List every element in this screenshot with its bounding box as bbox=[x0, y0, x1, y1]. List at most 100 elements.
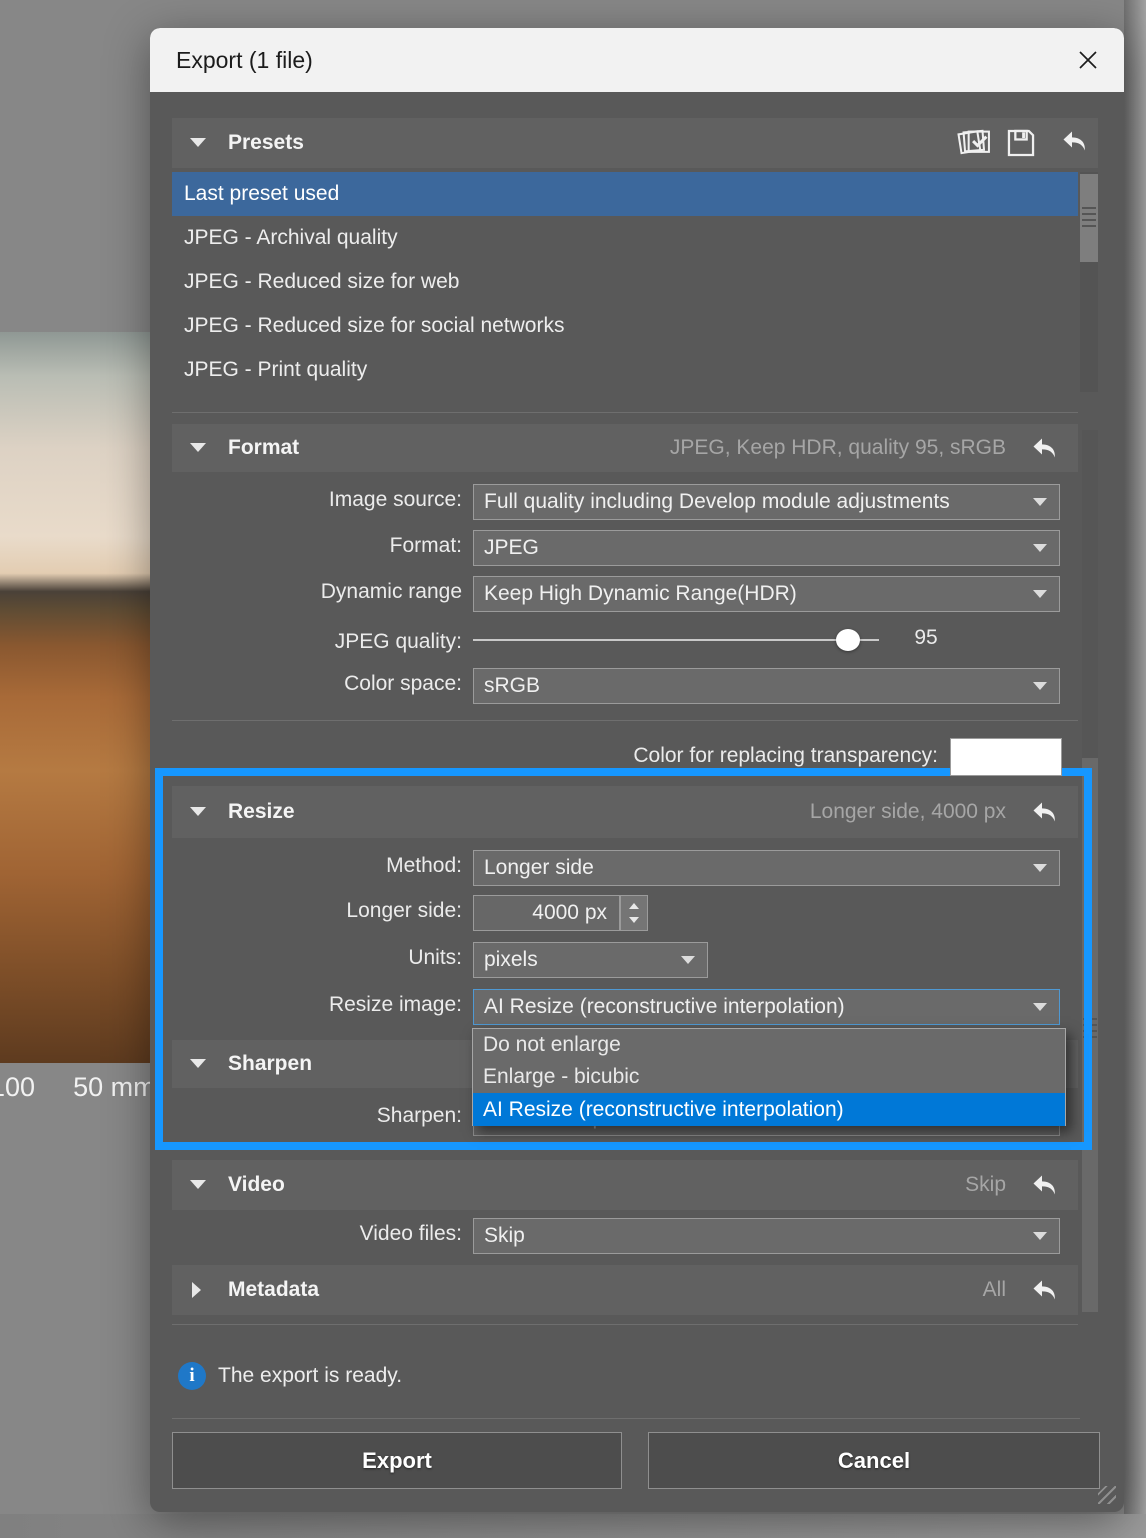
background-photo bbox=[0, 332, 150, 1063]
app-window-edge bbox=[1124, 0, 1146, 1538]
expand-triangle-icon[interactable] bbox=[192, 1282, 201, 1298]
scrollbar-grip bbox=[1082, 207, 1096, 229]
preset-item-label: Last preset used bbox=[184, 182, 339, 205]
export-button[interactable]: Export bbox=[172, 1432, 622, 1489]
video-files-value: Skip bbox=[484, 1224, 525, 1247]
presets-title: Presets bbox=[228, 118, 304, 168]
image-source-value: Full quality including Develop module ad… bbox=[484, 490, 950, 513]
resize-image-label: Resize image: bbox=[172, 993, 462, 1017]
resize-undo-icon[interactable] bbox=[1028, 796, 1060, 828]
preset-item[interactable]: JPEG - Print quality bbox=[172, 348, 1078, 392]
chevron-down-icon bbox=[1033, 590, 1047, 598]
dynamic-range-label: Dynamic range bbox=[172, 580, 462, 604]
settings-scrollbar-thumb[interactable] bbox=[1082, 758, 1098, 1312]
close-icon[interactable] bbox=[1074, 46, 1102, 74]
save-preset-icon[interactable] bbox=[1004, 126, 1038, 160]
jpeg-quality-value: 95 bbox=[901, 626, 951, 650]
format-dropdown[interactable]: JPEG bbox=[473, 530, 1060, 566]
metadata-title: Metadata bbox=[228, 1265, 319, 1315]
collapse-triangle-icon[interactable] bbox=[190, 1059, 206, 1068]
preset-item-selected[interactable]: Last preset used bbox=[172, 172, 1078, 216]
chevron-down-icon bbox=[1033, 864, 1047, 872]
apply-preset-icon[interactable] bbox=[956, 126, 994, 160]
divider bbox=[172, 720, 1078, 721]
chevron-down-icon bbox=[1033, 1232, 1047, 1240]
longer-side-stepper[interactable] bbox=[620, 895, 648, 931]
resize-grip[interactable] bbox=[1098, 1486, 1116, 1504]
presets-scrollbar[interactable] bbox=[1080, 172, 1098, 392]
transparency-label: Color for replacing transparency: bbox=[172, 744, 938, 768]
resize-image-dropdown[interactable]: AI Resize (reconstructive interpolation) bbox=[473, 989, 1060, 1025]
preset-item-label: JPEG - Reduced size for social networks bbox=[184, 314, 564, 337]
cancel-button[interactable]: Cancel bbox=[648, 1432, 1100, 1489]
stepper-up-icon[interactable] bbox=[629, 903, 639, 909]
jpeg-quality-slider[interactable] bbox=[473, 639, 879, 641]
divider bbox=[172, 412, 1078, 413]
preset-item[interactable]: JPEG - Reduced size for social networks bbox=[172, 304, 1078, 348]
video-undo-icon[interactable] bbox=[1028, 1169, 1060, 1201]
format-summary: JPEG, Keep HDR, quality 95, sRGB bbox=[670, 424, 1006, 472]
chevron-down-icon bbox=[1033, 682, 1047, 690]
preset-item-label: JPEG - Archival quality bbox=[184, 226, 398, 249]
image-source-label: Image source: bbox=[172, 488, 462, 512]
video-section-header[interactable]: Video Skip bbox=[172, 1160, 1078, 1210]
method-dropdown[interactable]: Longer side bbox=[473, 850, 1060, 886]
dropdown-option[interactable]: Do not enlarge bbox=[473, 1029, 1065, 1061]
chevron-down-icon bbox=[1033, 498, 1047, 506]
preset-item[interactable]: JPEG - Reduced size for web bbox=[172, 260, 1078, 304]
method-value: Longer side bbox=[484, 856, 594, 879]
longer-side-label: Longer side: bbox=[172, 899, 462, 923]
dropdown-option-selected[interactable]: AI Resize (reconstructive interpolation) bbox=[473, 1093, 1065, 1126]
resize-title: Resize bbox=[228, 786, 295, 838]
collapse-triangle-icon[interactable] bbox=[190, 443, 206, 452]
preset-item[interactable]: JPEG - Archival quality bbox=[172, 216, 1078, 260]
collapse-triangle-icon[interactable] bbox=[190, 807, 206, 816]
format-value: JPEG bbox=[484, 536, 539, 559]
preset-item-label: JPEG - Print quality bbox=[184, 358, 367, 381]
resize-summary: Longer side, 4000 px bbox=[810, 786, 1006, 838]
dropdown-option[interactable]: Enlarge - bicubic bbox=[473, 1061, 1065, 1093]
resize-section-header[interactable]: Resize Longer side, 4000 px bbox=[172, 786, 1078, 838]
dynamic-range-dropdown[interactable]: Keep High Dynamic Range(HDR) bbox=[473, 576, 1060, 612]
longer-side-value: 4000 px bbox=[532, 901, 607, 924]
metadata-summary: All bbox=[983, 1265, 1006, 1315]
status-text: The export is ready. bbox=[218, 1362, 402, 1390]
divider bbox=[172, 1418, 1080, 1419]
photo-metadata: 100 50 mm bbox=[0, 1072, 156, 1103]
units-label: Units: bbox=[172, 946, 462, 970]
dynamic-range-value: Keep High Dynamic Range(HDR) bbox=[484, 582, 797, 605]
color-space-label: Color space: bbox=[172, 672, 462, 696]
preset-item-label: JPEG - Reduced size for web bbox=[184, 270, 459, 293]
units-dropdown[interactable]: pixels bbox=[473, 942, 708, 978]
sharpen-label: Sharpen: bbox=[172, 1104, 462, 1128]
units-value: pixels bbox=[484, 948, 538, 971]
video-summary: Skip bbox=[965, 1160, 1006, 1210]
resize-image-value: AI Resize (reconstructive interpolation) bbox=[484, 995, 845, 1018]
metadata-undo-icon[interactable] bbox=[1028, 1274, 1060, 1306]
metadata-section-header[interactable]: Metadata All bbox=[172, 1265, 1078, 1315]
transparency-color-swatch[interactable] bbox=[950, 738, 1062, 776]
app-window-bottom bbox=[0, 1514, 1146, 1538]
format-section-header[interactable]: Format JPEG, Keep HDR, quality 95, sRGB bbox=[172, 424, 1078, 472]
longer-side-input[interactable]: 4000 px bbox=[473, 895, 620, 931]
info-icon: i bbox=[178, 1362, 206, 1390]
collapse-triangle-icon[interactable] bbox=[190, 138, 206, 147]
dialog-titlebar[interactable]: Export (1 file) bbox=[150, 28, 1124, 92]
format-title: Format bbox=[228, 424, 299, 472]
presets-undo-icon[interactable] bbox=[1058, 125, 1090, 157]
presets-scrollbar-thumb[interactable] bbox=[1080, 174, 1098, 262]
settings-scrollbar[interactable] bbox=[1082, 430, 1098, 1312]
format-undo-icon[interactable] bbox=[1028, 432, 1060, 464]
chevron-down-icon bbox=[681, 956, 695, 964]
color-space-dropdown[interactable]: sRGB bbox=[473, 668, 1060, 704]
dialog-title: Export (1 file) bbox=[176, 28, 313, 92]
chevron-down-icon bbox=[1033, 1003, 1047, 1011]
jpeg-quality-slider-knob[interactable] bbox=[836, 629, 860, 651]
video-files-label: Video files: bbox=[172, 1222, 462, 1246]
color-space-value: sRGB bbox=[484, 674, 540, 697]
stepper-down-icon[interactable] bbox=[629, 917, 639, 923]
image-source-dropdown[interactable]: Full quality including Develop module ad… bbox=[473, 484, 1060, 520]
photo-iso: 100 bbox=[0, 1072, 35, 1103]
video-files-dropdown[interactable]: Skip bbox=[473, 1218, 1060, 1254]
collapse-triangle-icon[interactable] bbox=[190, 1180, 206, 1189]
